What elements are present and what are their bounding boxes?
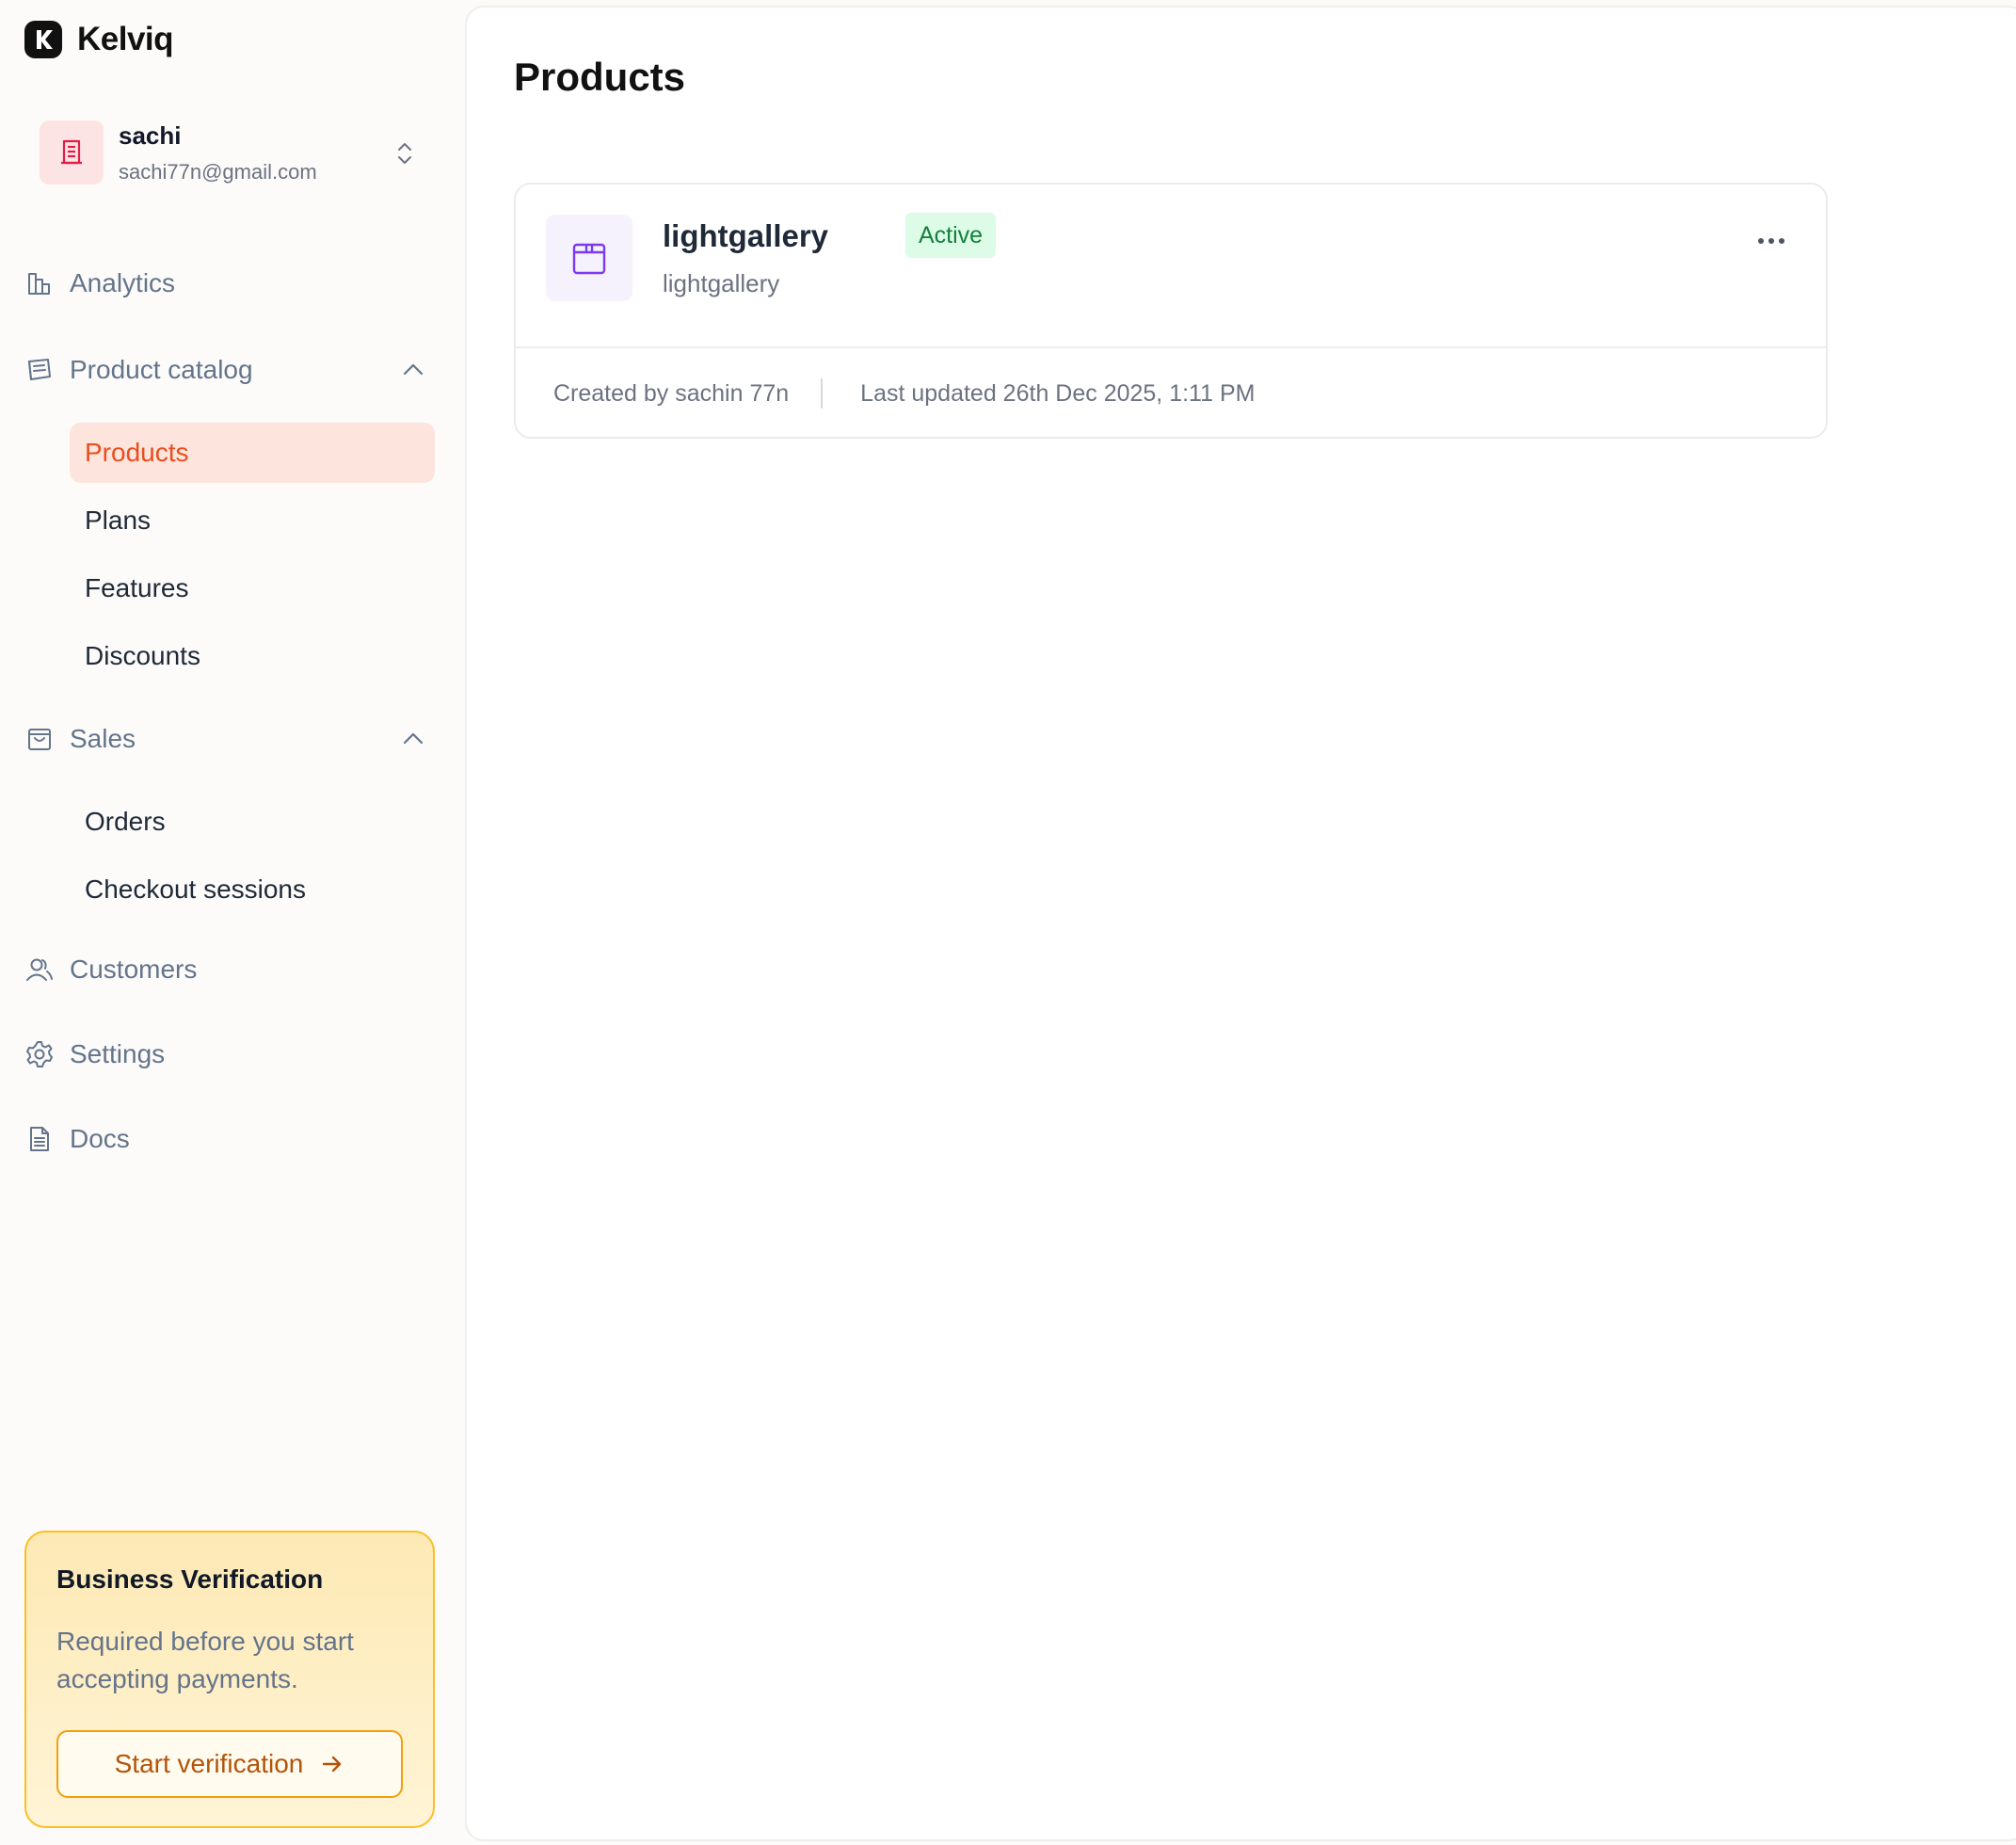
nav-sales[interactable]: Sales (24, 712, 439, 766)
nav-analytics[interactable]: Analytics (24, 256, 439, 311)
nav-customers-label: Customers (70, 955, 198, 984)
brand-logo[interactable]: Kelviq (24, 21, 174, 58)
nav-docs[interactable]: Docs (24, 1112, 439, 1166)
document-icon (24, 1124, 55, 1154)
nav-sales-label: Sales (70, 724, 136, 753)
arrow-right-icon (320, 1752, 344, 1776)
shopping-bag-icon (24, 724, 55, 754)
nav-analytics-label: Analytics (70, 268, 176, 297)
sidebar-item-discounts[interactable]: Discounts (70, 626, 435, 686)
nav-product-catalog-label: Product catalog (70, 355, 253, 384)
kelviq-logo-icon (24, 21, 62, 58)
product-name[interactable]: lightgallery (663, 218, 828, 254)
start-verification-label: Start verification (114, 1749, 304, 1778)
nav-settings-label: Settings (70, 1039, 166, 1068)
sidebar-item-plans[interactable]: Plans (70, 490, 435, 551)
account-info: sachi sachi77n@gmail.com (119, 121, 317, 184)
bar-chart-icon (24, 268, 55, 298)
gear-icon (24, 1039, 55, 1069)
brand-name: Kelviq (77, 21, 174, 57)
sidebar: Kelviq sachi sachi77n@gmail.com Analytic… (0, 0, 465, 1845)
sidebar-item-orders[interactable]: Orders (70, 792, 435, 852)
business-verification-card: Business Verification Required before yo… (24, 1531, 435, 1828)
nav-product-catalog[interactable]: Product catalog (24, 343, 439, 397)
sidebar-item-checkout-sessions[interactable]: Checkout sessions (70, 859, 435, 920)
product-slug: lightgallery (663, 269, 780, 297)
status-badge: Active (905, 213, 997, 258)
nav-settings[interactable]: Settings (24, 1027, 439, 1082)
meta-separator (821, 378, 824, 409)
chevron-up-down-icon[interactable] (395, 139, 414, 172)
product-card[interactable]: lightgallery Active lightgallery Created… (514, 183, 1828, 439)
card-divider (516, 346, 1826, 348)
sidebar-item-products[interactable]: Products (70, 423, 435, 483)
chevron-up-icon[interactable] (401, 358, 425, 387)
app: Kelviq sachi sachi77n@gmail.com Analytic… (0, 0, 2016, 1845)
product-meta: Created by sachin 77n Last updated 26th … (553, 378, 1255, 409)
account-switcher[interactable]: sachi sachi77n@gmail.com (24, 105, 439, 200)
product-created-by: Created by sachin 77n (553, 379, 790, 407)
account-name: sachi (119, 120, 182, 150)
nav-customers[interactable]: Customers (24, 942, 439, 997)
catalog-icon (24, 355, 55, 385)
verification-description: Required before you start accepting paym… (56, 1627, 354, 1693)
more-horizontal-icon[interactable] (1752, 222, 1790, 260)
verification-title: Business Verification (56, 1564, 324, 1594)
start-verification-button[interactable]: Start verification (56, 1730, 403, 1798)
sidebar-item-features[interactable]: Features (70, 558, 435, 618)
users-icon (24, 955, 55, 985)
account-email: sachi77n@gmail.com (119, 159, 317, 184)
main-content: Products lightgallery Active lightgaller… (465, 6, 2016, 1841)
product-last-updated: Last updated 26th Dec 2025, 1:11 PM (860, 379, 1256, 407)
page-title: Products (514, 55, 686, 99)
nav-docs-label: Docs (70, 1124, 130, 1153)
building-icon (40, 120, 104, 184)
chevron-up-icon[interactable] (401, 727, 425, 756)
package-box-icon (546, 215, 632, 301)
